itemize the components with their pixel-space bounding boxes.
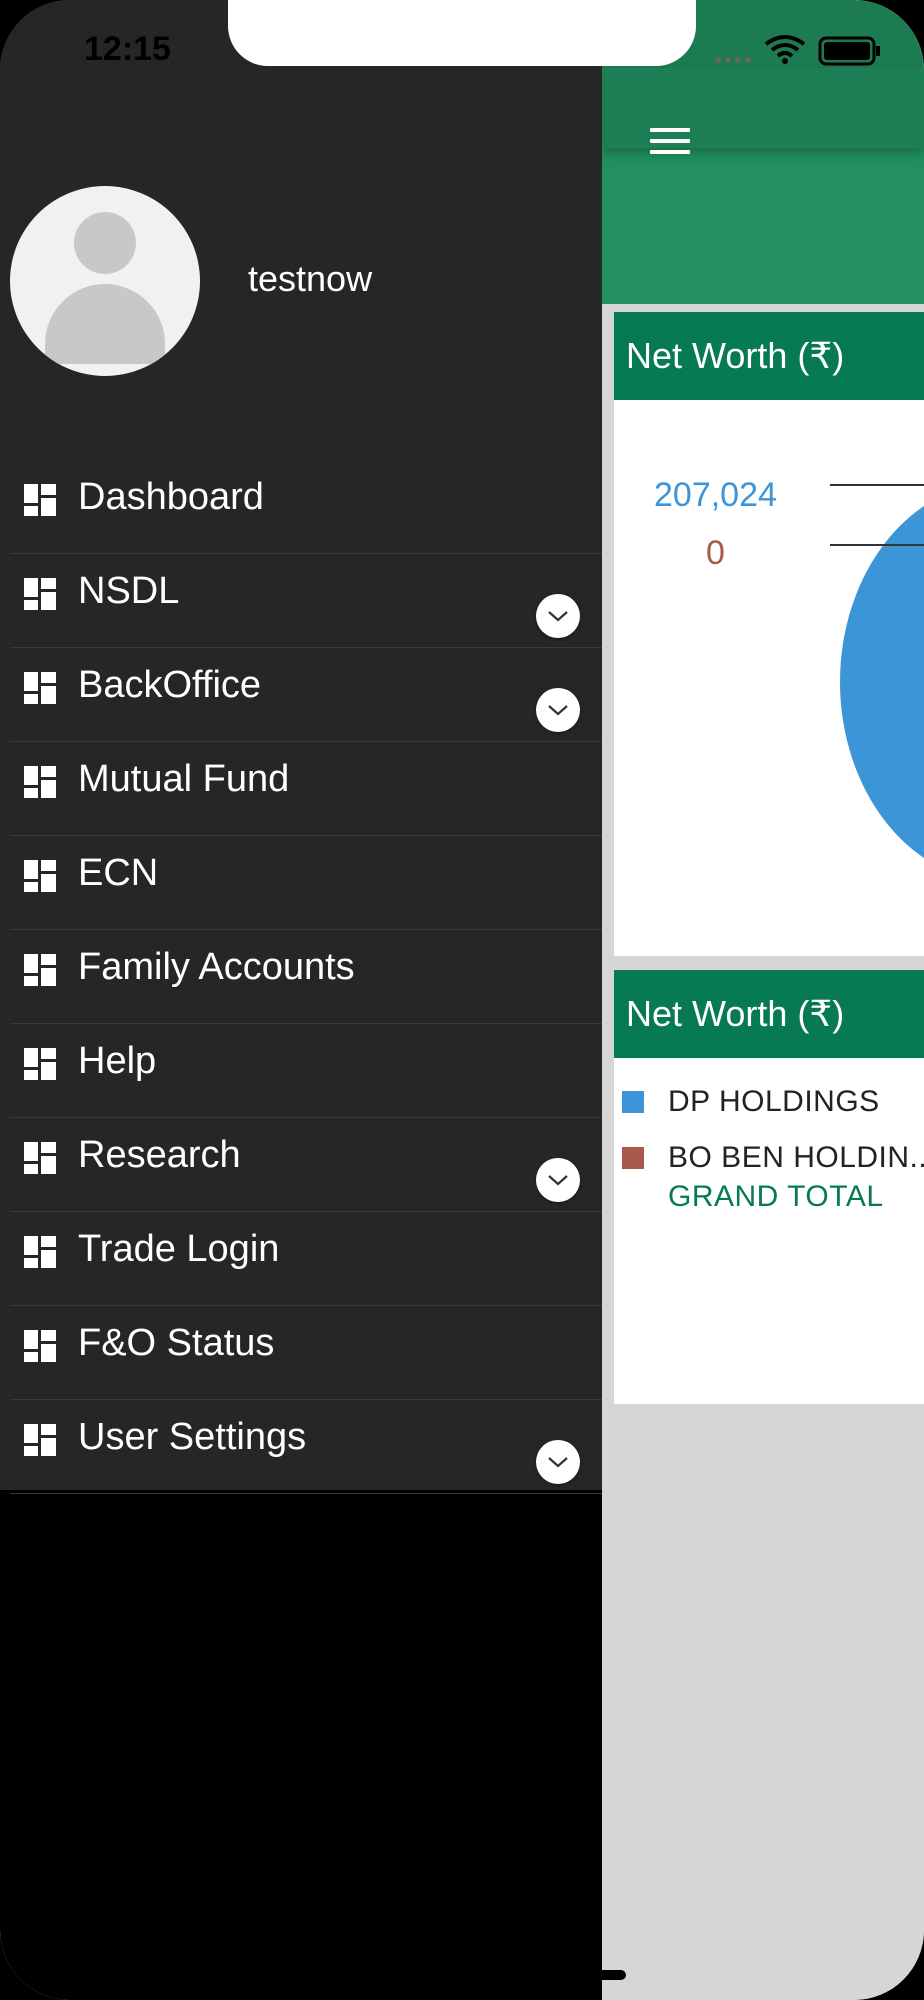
grid-icon [24, 1330, 56, 1362]
menu-item-mutual-fund[interactable]: Mutual Fund [10, 742, 602, 836]
legend-swatch-icon [622, 1091, 644, 1113]
menu-item-trade-login[interactable]: Trade Login [10, 1212, 602, 1306]
battery-icon [818, 36, 880, 66]
chevron-down-icon[interactable] [536, 1440, 580, 1484]
signal-icon [715, 57, 751, 63]
grid-icon [24, 954, 56, 986]
menu-item-label: NSDL [78, 570, 180, 612]
legend-item-bo-ben-holdings[interactable]: BO BEN HOLDIN... [622, 1136, 924, 1180]
main-app: Net Worth (₹) 207,024 0 Net Worth (₹) DP… [602, 0, 924, 2000]
grid-icon [24, 1236, 56, 1268]
chevron-down-icon[interactable] [536, 594, 580, 638]
menu-item-label: Family Accounts [78, 946, 355, 988]
avatar-head-icon [74, 212, 136, 274]
chevron-down-icon[interactable] [536, 1158, 580, 1202]
device-screen: Net Worth (₹) 207,024 0 Net Worth (₹) DP… [0, 0, 924, 2000]
menu-item-research[interactable]: Research [10, 1118, 602, 1212]
username: testnow [248, 258, 373, 299]
menu-item-user-settings[interactable]: User Settings [10, 1400, 602, 1494]
card-title: Net Worth (₹) [614, 970, 924, 1058]
net-worth-chart-card: Net Worth (₹) 207,024 0 [614, 312, 924, 956]
drawer-menu: Dashboard NSDL BackOffice Mutual Fund EC… [10, 460, 602, 1494]
avatar-body-icon [45, 284, 165, 364]
chevron-down-icon[interactable] [536, 688, 580, 732]
navigation-drawer: testnow Dashboard NSDL BackOffice Mutual… [0, 0, 602, 2000]
menu-item-label: Help [78, 1040, 157, 1082]
net-worth-legend-card: Net Worth (₹) DP HOLDINGS BO BEN HOLDIN.… [614, 970, 924, 1404]
status-time: 12:15 [84, 30, 171, 68]
menu-item-label: BackOffice [78, 664, 262, 706]
grid-icon [24, 1424, 56, 1456]
value-dp-holdings: 207,024 [654, 476, 777, 514]
menu-item-dashboard[interactable]: Dashboard [10, 460, 602, 554]
grid-icon [24, 578, 56, 610]
menu-item-nsdl[interactable]: NSDL [10, 554, 602, 648]
legend-label: DP HOLDINGS [668, 1085, 880, 1118]
leader-line [830, 544, 924, 546]
wifi-icon [764, 35, 806, 64]
pie-slice-dp-holdings[interactable] [840, 482, 924, 882]
menu-item-label: Dashboard [78, 476, 264, 518]
menu-item-help[interactable]: Help [10, 1024, 602, 1118]
menu-item-label: Trade Login [78, 1228, 280, 1270]
grid-icon [24, 860, 56, 892]
hamburger-menu-icon[interactable] [650, 128, 690, 160]
avatar[interactable] [10, 186, 200, 376]
grand-total-label: GRAND TOTAL [668, 1180, 884, 1213]
menu-item-label: F&O Status [78, 1322, 275, 1364]
menu-item-label: ECN [78, 852, 159, 894]
legend-swatch-icon [622, 1147, 644, 1169]
menu-item-label: Mutual Fund [78, 758, 290, 800]
menu-item-ecn[interactable]: ECN [10, 836, 602, 930]
status-icons [715, 35, 880, 66]
drawer-panel: testnow Dashboard NSDL BackOffice Mutual… [0, 0, 602, 1494]
menu-item-backoffice[interactable]: BackOffice [10, 648, 602, 742]
device-notch [228, 0, 696, 66]
menu-item-label: User Settings [78, 1416, 307, 1458]
card-title: Net Worth (₹) [614, 312, 924, 400]
grid-icon [24, 1142, 56, 1174]
home-indicator[interactable] [296, 1970, 626, 1980]
grid-icon [24, 1048, 56, 1080]
leader-line [830, 484, 924, 486]
grid-icon [24, 672, 56, 704]
menu-item-family-accounts[interactable]: Family Accounts [10, 930, 602, 1024]
grid-icon [24, 484, 56, 516]
menu-item-fo-status[interactable]: F&O Status [10, 1306, 602, 1400]
legend-item-dp-holdings[interactable]: DP HOLDINGS [622, 1080, 880, 1124]
legend-label: BO BEN HOLDIN... [668, 1141, 924, 1174]
menu-item-label: Research [78, 1134, 241, 1176]
app-header-band [602, 148, 924, 304]
value-bo-ben-holdings: 0 [706, 534, 725, 572]
grid-icon [24, 766, 56, 798]
